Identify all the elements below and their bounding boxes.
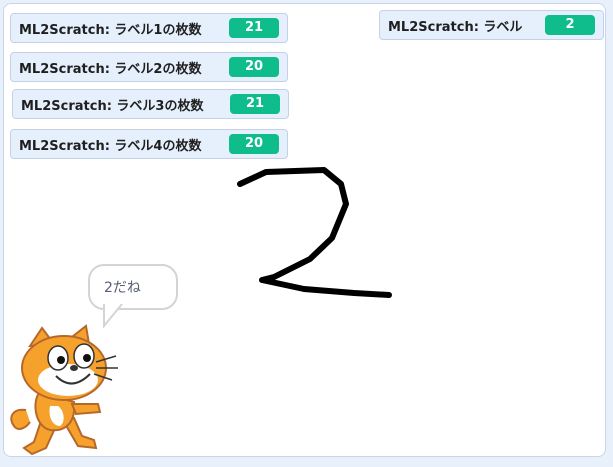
stage[interactable]: ML2Scratch: ラベル1の枚数 21 ML2Scratch: ラベル2の… <box>3 3 606 457</box>
scratch-cat-icon[interactable] <box>6 322 136 456</box>
speech-text: 2だね <box>104 280 141 296</box>
